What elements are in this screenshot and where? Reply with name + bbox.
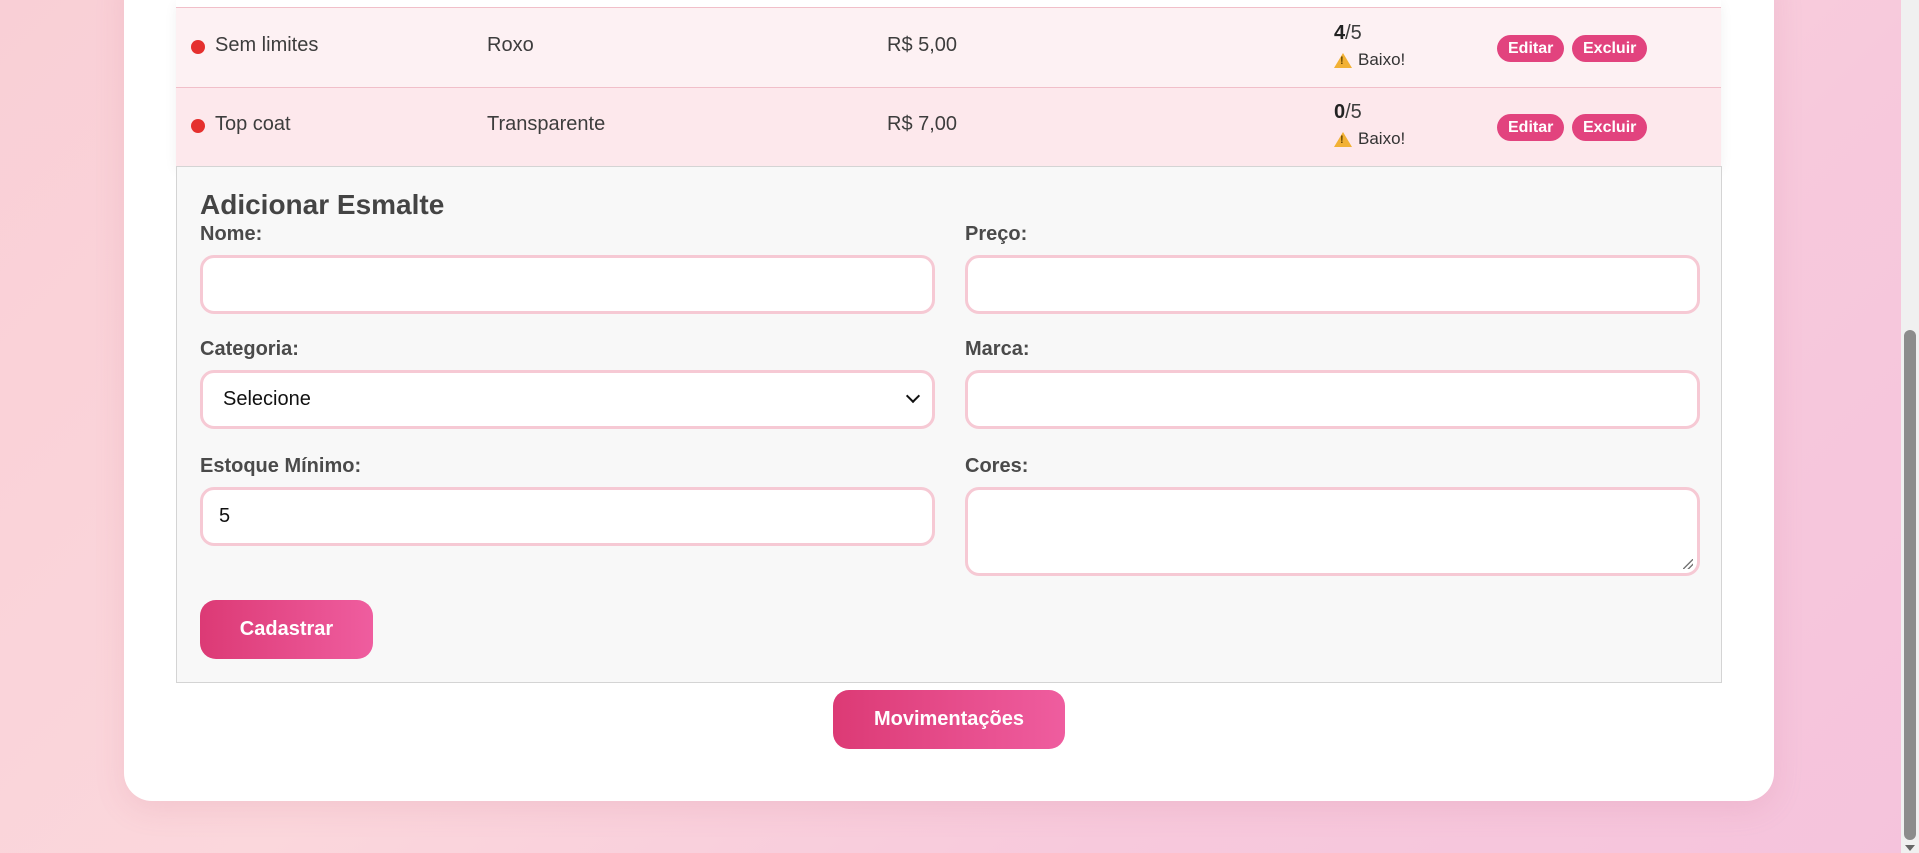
form-title: Adicionar Esmalte [200,189,445,220]
products-table: Sem limites Roxo R$ 5,00 4/5 Baixo! Edit… [176,0,1721,166]
delete-button[interactable]: Excluir [1572,35,1648,62]
brand-input[interactable] [965,370,1700,429]
submit-button[interactable]: Cadastrar [200,600,373,659]
product-price: R$ 7,00 [887,113,958,135]
product-stock: 0/5 [1334,101,1362,124]
category-label: Categoria: [200,338,299,360]
low-stock-badge: Baixo! [1334,129,1405,149]
product-name: Sem limites [215,34,319,56]
edit-button[interactable]: Editar [1497,114,1565,141]
low-stock-label: Baixo! [1358,50,1406,69]
product-category: Roxo [487,34,534,56]
scrollbar-thumb[interactable] [1904,330,1916,840]
colors-textarea[interactable] [965,487,1700,576]
low-stock-label: Baixo! [1358,129,1406,148]
scroll-down-arrow-icon[interactable] [1905,845,1915,851]
delete-button[interactable]: Excluir [1572,114,1648,141]
status-dot-icon [191,119,205,133]
add-polish-form: Adicionar Esmalte Nome: Preço: Categoria… [176,166,1722,683]
chevron-down-icon [905,388,921,404]
movements-button[interactable]: Movimentações [833,690,1065,749]
resize-handle-icon[interactable] [1683,559,1693,569]
stock-current: 4 [1334,22,1346,44]
vertical-scrollbar[interactable] [1901,0,1919,853]
product-stock: 4/5 [1334,22,1362,45]
min-stock-label: Estoque Mínimo: [200,455,362,477]
edit-button[interactable]: Editar [1497,35,1565,62]
colors-label: Cores: [965,455,1029,477]
product-category: Transparente [487,113,606,135]
name-input[interactable] [200,255,935,314]
warning-icon [1334,131,1352,147]
warning-icon [1334,52,1352,68]
category-select[interactable]: Selecione [200,370,935,429]
stock-min: /5 [1345,22,1362,44]
product-name: Top coat [215,113,291,135]
product-price: R$ 5,00 [887,34,958,56]
price-label: Preço: [965,223,1028,245]
category-selected-value: Selecione [223,388,311,410]
brand-label: Marca: [965,338,1030,360]
status-dot-icon [191,40,205,54]
table-row: Top coat Transparente R$ 7,00 0/5 Baixo!… [176,87,1721,166]
stock-min: /5 [1345,101,1362,123]
stock-current: 0 [1334,101,1346,123]
name-label: Nome: [200,223,263,245]
low-stock-badge: Baixo! [1334,50,1405,70]
min-stock-input[interactable]: 5 [200,487,935,546]
table-row: Sem limites Roxo R$ 5,00 4/5 Baixo! Edit… [176,8,1721,87]
price-input[interactable] [965,255,1700,314]
